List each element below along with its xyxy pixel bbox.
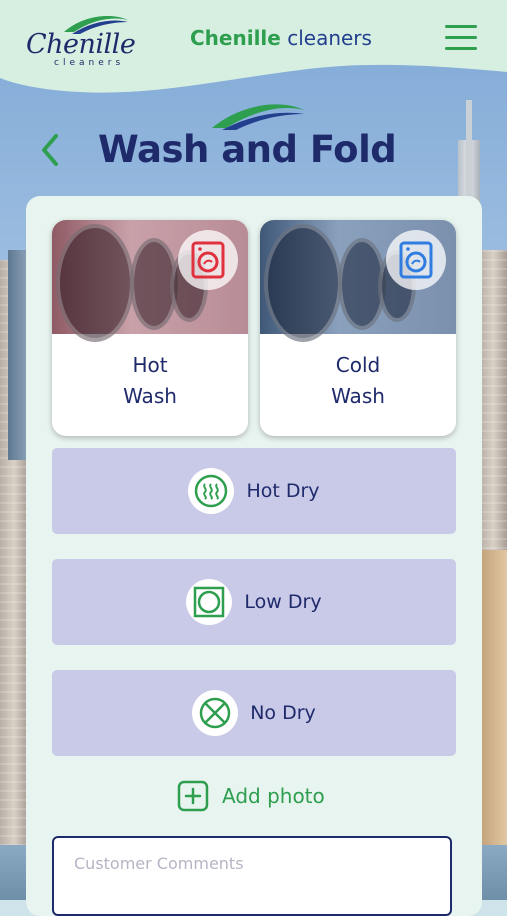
customer-comments-input[interactable]	[52, 836, 452, 916]
chevron-left-icon	[42, 134, 58, 166]
hot-wash-card[interactable]: Hot Wash	[52, 220, 248, 436]
cold-wash-label: Cold Wash	[260, 350, 456, 412]
washing-machine-icon	[386, 230, 446, 290]
cold-wash-label-line1: Cold	[335, 353, 381, 377]
cold-wash-card[interactable]: Cold Wash	[260, 220, 456, 436]
add-photo-button[interactable]: Add photo	[176, 778, 325, 814]
chenille-logo[interactable]: Chenille cleaners	[26, 12, 136, 68]
app-header: Chenille cleaners Chenille cleaners	[0, 0, 507, 96]
logo-wordmark: Chenille	[26, 29, 136, 60]
hamburger-menu-icon[interactable]	[445, 25, 477, 53]
app-title-brand: Chenille	[190, 26, 281, 50]
heat-waves-icon	[188, 468, 235, 514]
hot-dry-option[interactable]: Hot Dry	[52, 448, 456, 534]
washing-machine-icon	[178, 230, 238, 290]
app-title-rest: cleaners	[280, 26, 372, 50]
no-dry-option[interactable]: No Dry	[52, 670, 456, 756]
low-dry-label: Low Dry	[244, 591, 322, 613]
hot-wash-label-line1: Hot	[132, 353, 168, 377]
low-dry-option[interactable]: Low Dry	[52, 559, 456, 645]
add-photo-label: Add photo	[222, 784, 325, 808]
cold-wash-label-line2: Wash	[331, 384, 385, 408]
logo-subtext: cleaners	[54, 58, 125, 68]
no-dry-label: No Dry	[250, 702, 316, 724]
tumble-dry-icon	[186, 579, 233, 625]
hot-wash-label-line2: Wash	[123, 384, 177, 408]
back-button[interactable]	[36, 130, 64, 170]
app-title: Chenille cleaners	[190, 26, 372, 50]
hot-dry-label: Hot Dry	[246, 480, 320, 502]
do-not-tumble-dry-icon	[192, 690, 239, 736]
plus-square-icon	[177, 780, 209, 812]
hot-wash-label: Hot Wash	[52, 350, 248, 412]
page-title: Wash and Fold	[98, 128, 397, 171]
